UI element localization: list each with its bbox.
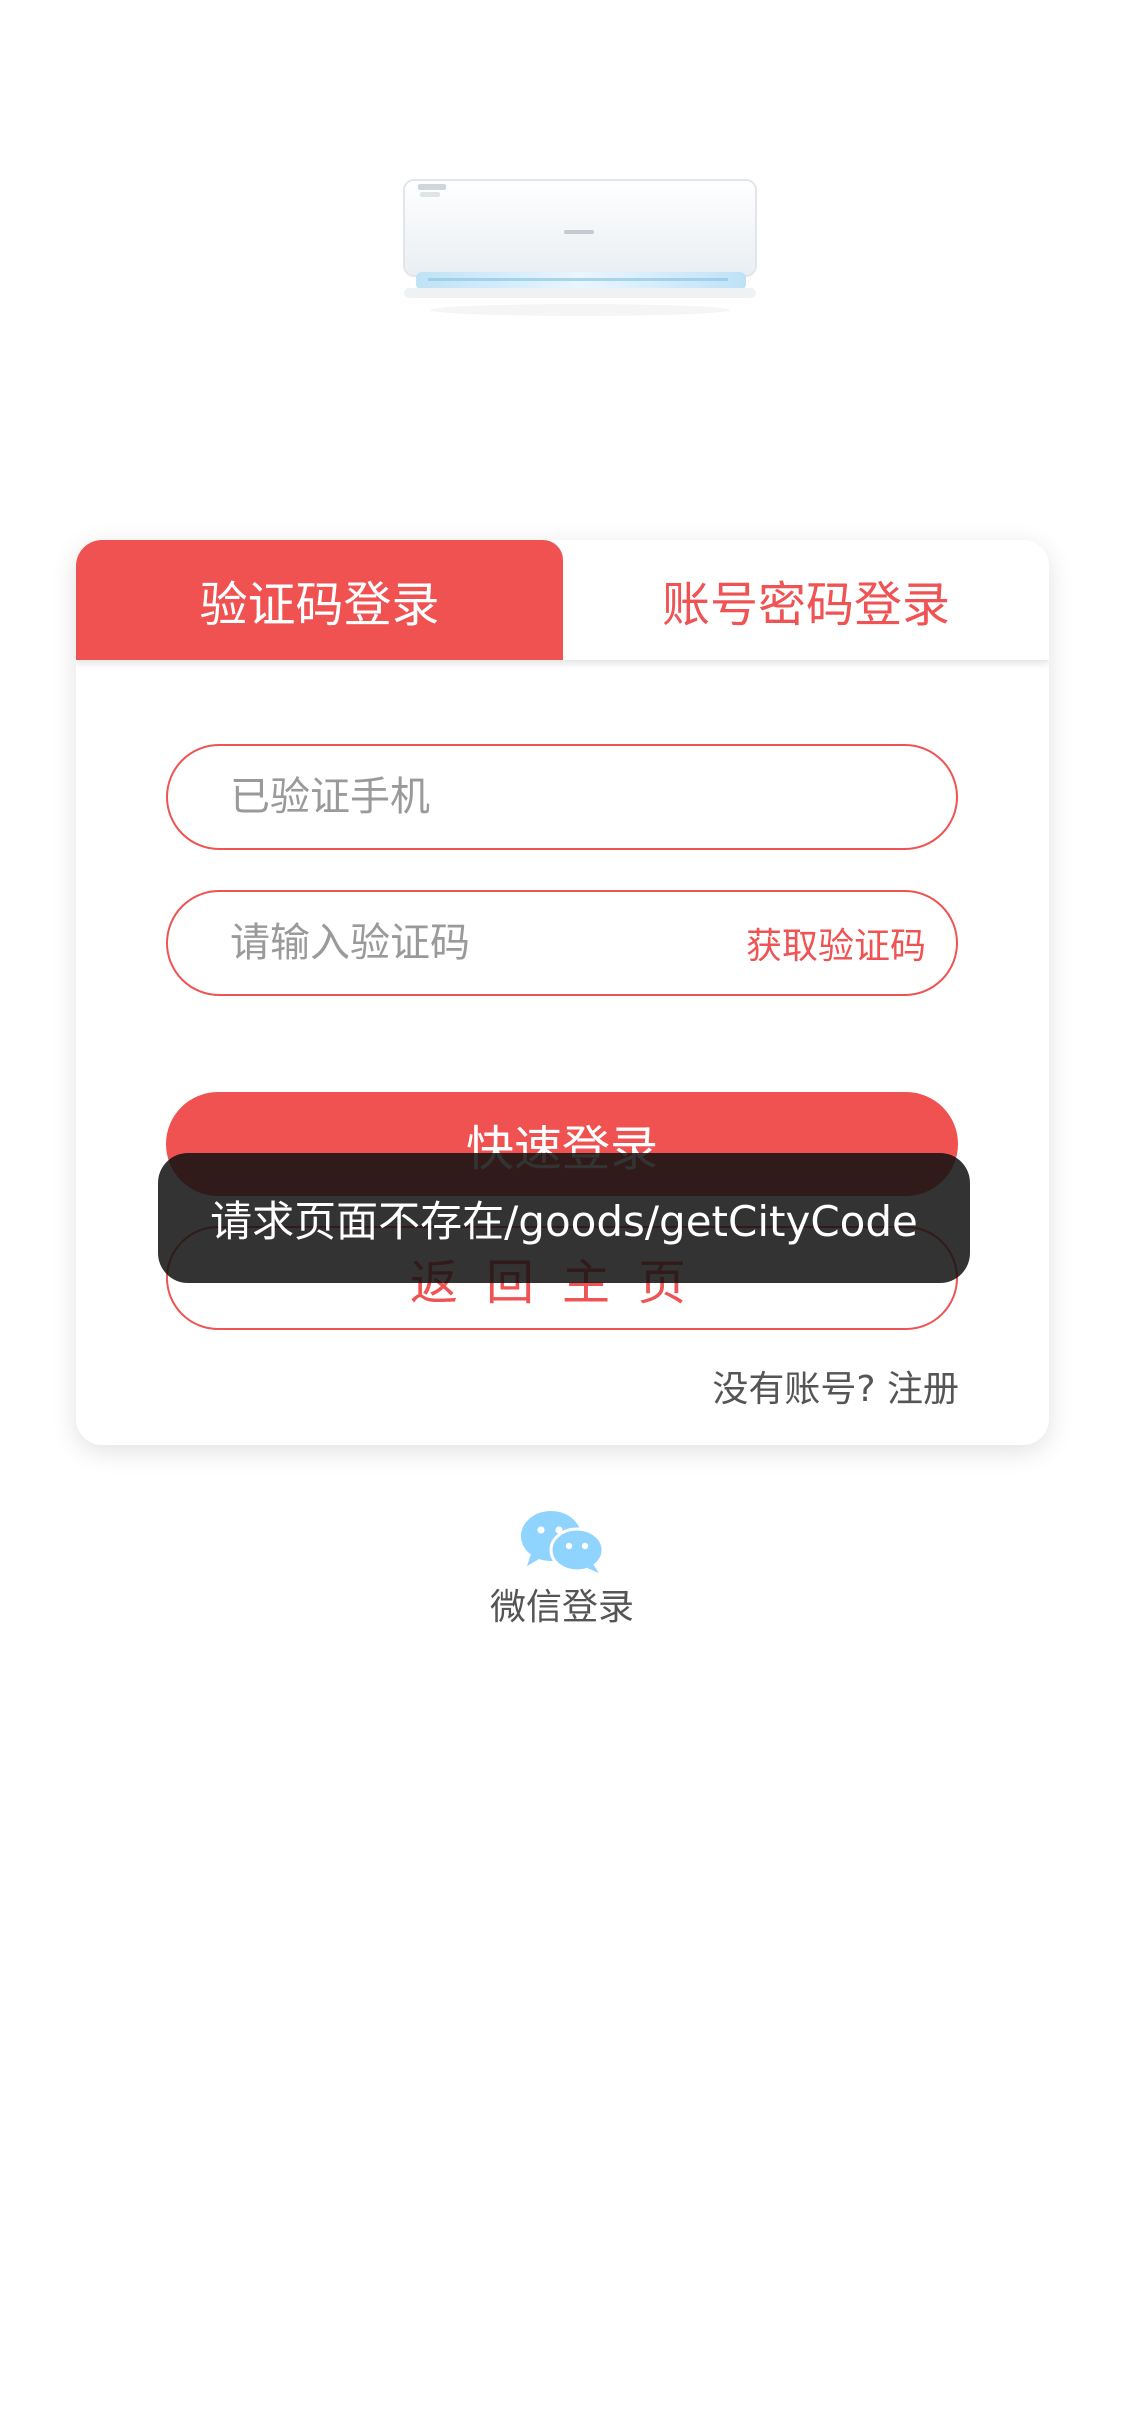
code-field: 获取验证码 <box>166 890 958 996</box>
air-conditioner-icon <box>403 179 757 316</box>
get-code-button[interactable]: 获取验证码 <box>746 917 926 969</box>
verification-code-input[interactable] <box>228 919 746 967</box>
login-card: 验证码登录 账号密码登录 获取验证码 快速登录 返回主页 没有账号? 注册 <box>76 540 1049 1445</box>
toast-message: 请求页面不存在/goods/getCityCode <box>210 1196 918 1246</box>
wechat-icon <box>521 1511 605 1573</box>
login-tabs: 验证码登录 账号密码登录 <box>76 540 1049 660</box>
tab-password-login[interactable]: 账号密码登录 <box>563 540 1049 660</box>
wechat-login-button[interactable]: 微信登录 <box>462 1508 662 1630</box>
phone-input[interactable] <box>228 773 926 821</box>
register-link[interactable]: 注册 <box>887 1369 959 1410</box>
no-account-text: 没有账号? <box>712 1369 876 1410</box>
register-row: 没有账号? 注册 <box>712 1360 959 1412</box>
phone-field <box>166 744 958 850</box>
tab-sms-login[interactable]: 验证码登录 <box>76 540 563 660</box>
product-image-air-conditioner <box>398 170 768 320</box>
error-toast: 请求页面不存在/goods/getCityCode <box>158 1153 970 1283</box>
wechat-login-label: 微信登录 <box>489 1587 634 1628</box>
